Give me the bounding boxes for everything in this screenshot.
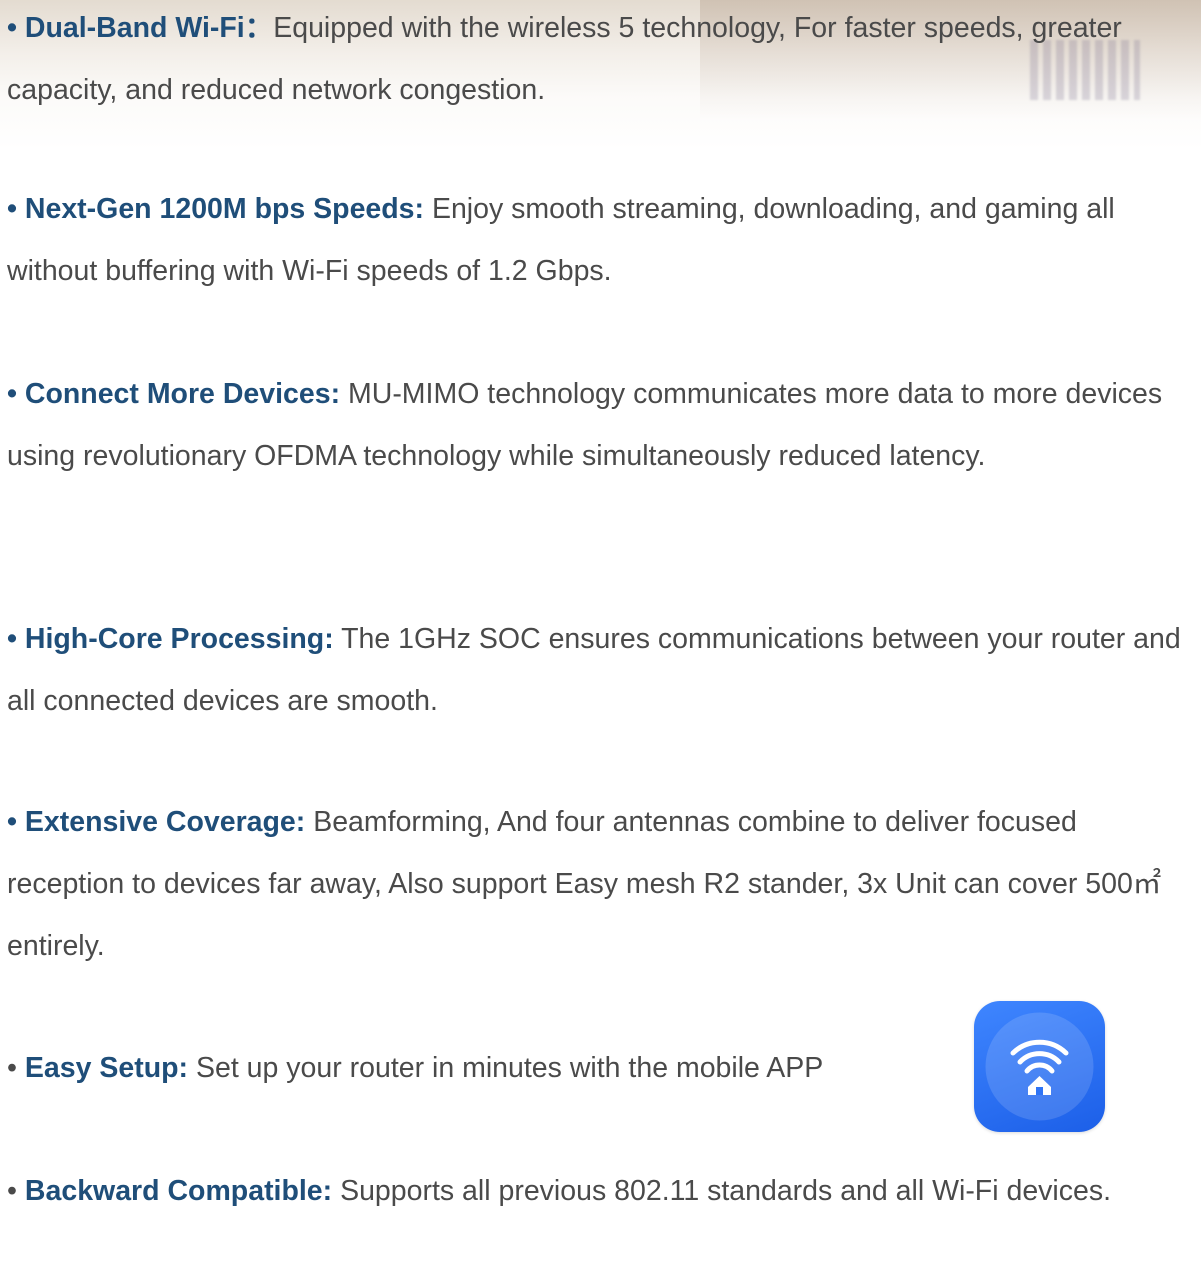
feature-connect-more-devices: • Connect More Devices: MU-MIMO technolo… bbox=[7, 363, 1197, 487]
feature-backward-compatible: • Backward Compatible: Supports all prev… bbox=[7, 1160, 1197, 1222]
feature-next-gen-speeds: • Next-Gen 1200M bps Speeds: Enjoy smoot… bbox=[7, 178, 1197, 302]
wifi-home-icon bbox=[985, 1012, 1094, 1121]
feature-extensive-coverage: • Extensive Coverage: Beamforming, And f… bbox=[7, 791, 1197, 977]
feature-body: Set up your router in minutes with the m… bbox=[188, 1052, 824, 1084]
feature-bullet: • bbox=[7, 1175, 25, 1207]
feature-high-core-processing: • High-Core Processing: The 1GHz SOC ens… bbox=[7, 608, 1197, 732]
feature-lead: • Dual-Band Wi-Fi： bbox=[7, 12, 274, 44]
feature-lead: • Extensive Coverage: bbox=[7, 806, 306, 838]
wifi-home-app-icon bbox=[974, 1001, 1105, 1132]
feature-lead: • Connect More Devices: bbox=[7, 378, 341, 410]
feature-dual-band: • Dual-Band Wi-Fi：Equipped with the wire… bbox=[7, 0, 1197, 121]
feature-lead: • Next-Gen 1200M bps Speeds: bbox=[7, 193, 425, 225]
feature-lead: Easy Setup: bbox=[24, 1052, 189, 1084]
feature-lead: Backward Compatible: bbox=[24, 1175, 333, 1207]
feature-bullet: • bbox=[7, 1052, 25, 1084]
feature-easy-setup: • Easy Setup: Set up your router in minu… bbox=[7, 1037, 937, 1099]
feature-body: Supports all previous 802.11 standards a… bbox=[332, 1175, 1112, 1207]
feature-lead: • High-Core Processing: bbox=[7, 623, 334, 655]
